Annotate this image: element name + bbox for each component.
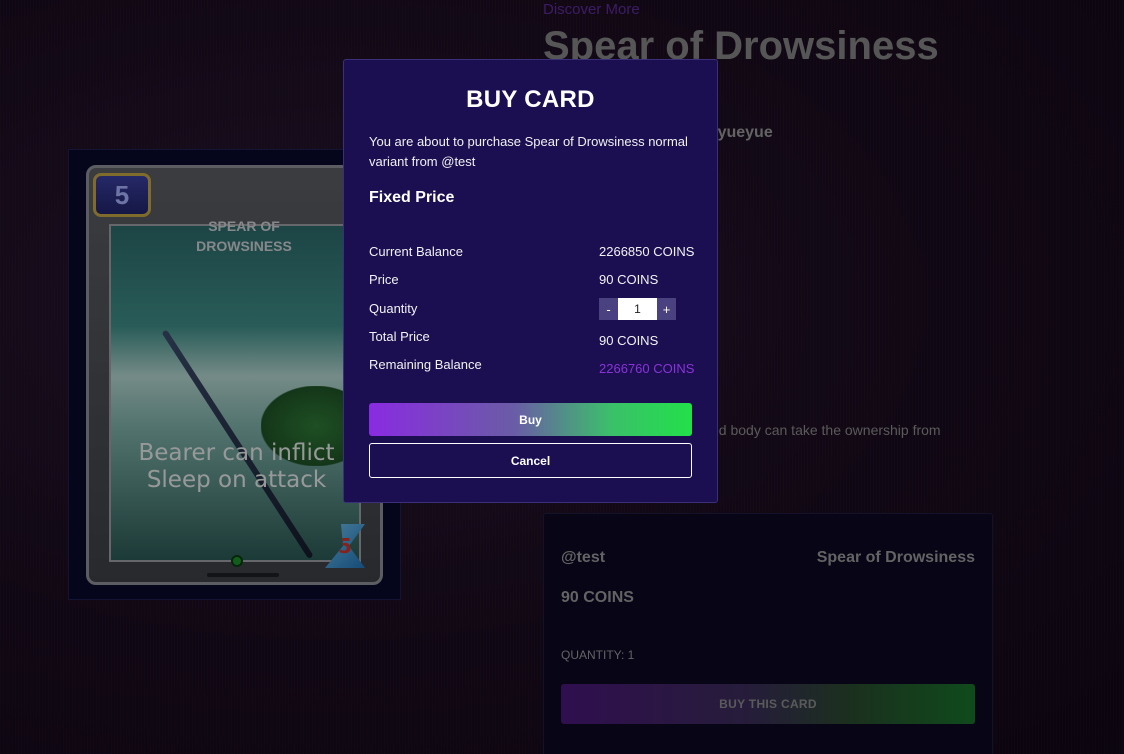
remaining-balance-row: Remaining Balance 2266760 COINS <box>369 357 694 376</box>
remaining-balance-value: 2266760 COINS <box>599 361 695 376</box>
cancel-button[interactable]: Cancel <box>369 443 692 478</box>
price-label: Price <box>369 272 399 287</box>
quantity-stepper: - 1 + <box>599 298 676 320</box>
total-price-row: Total Price 90 COINS <box>369 329 693 348</box>
total-price-value: 90 COINS <box>599 333 659 348</box>
total-price-label: Total Price <box>369 329 430 344</box>
price-value: 90 COINS <box>599 272 659 287</box>
current-balance-label: Current Balance <box>369 244 463 259</box>
fixed-price-heading: Fixed Price <box>369 189 455 206</box>
quantity-decrement-button[interactable]: - <box>599 298 618 320</box>
current-balance-value: 2266850 COINS <box>599 244 695 259</box>
price-row: Price 90 COINS <box>369 272 693 287</box>
modal-title: BUY CARD <box>466 86 595 113</box>
quantity-label: Quantity <box>369 301 418 316</box>
remaining-balance-label: Remaining Balance <box>369 357 482 372</box>
buy-button[interactable]: Buy <box>369 403 692 436</box>
current-balance-row: Current Balance 2266850 COINS <box>369 244 695 259</box>
quantity-increment-button[interactable]: + <box>657 298 676 320</box>
buy-card-modal: BUY CARD You are about to purchase Spear… <box>343 59 718 503</box>
quantity-input[interactable]: 1 <box>618 298 657 320</box>
modal-intro: You are about to purchase Spear of Drows… <box>369 134 688 169</box>
